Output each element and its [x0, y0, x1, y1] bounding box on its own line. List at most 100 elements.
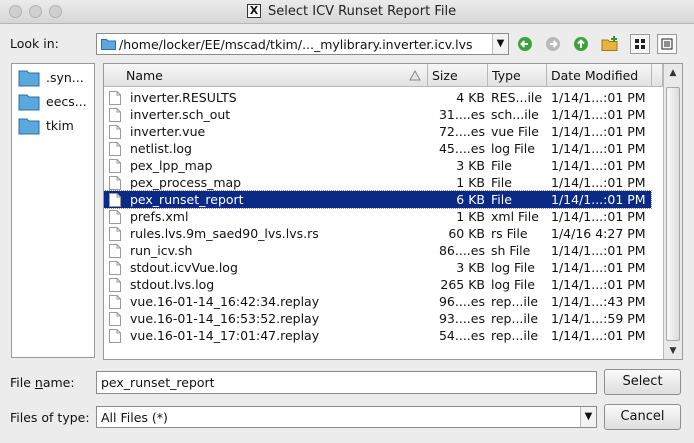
- column-header-label: Name: [126, 68, 163, 83]
- list-view-icon: [635, 39, 645, 49]
- file-type-cell: File: [491, 175, 512, 190]
- file-date-cell: 1/14/1...:01 PM: [551, 107, 646, 122]
- column-header-label: Type: [492, 68, 521, 83]
- title-bar: X Select ICV Runset Report File: [0, 0, 694, 24]
- file-name-cell: pex_runset_report: [130, 192, 244, 207]
- table-row[interactable]: vue.16-01-14_17:01:47.replay 54....es rep.…: [104, 327, 651, 344]
- file-size-cell: 3 KB: [456, 158, 485, 173]
- file-size-cell: 3 KB: [456, 260, 485, 275]
- select-button[interactable]: Select: [604, 369, 681, 395]
- file-name-cell: inverter.sch_out: [130, 107, 231, 122]
- file-name-label-part: File: [10, 375, 35, 390]
- file-type-cell: sh File: [491, 243, 531, 258]
- file-size-cell: 93....es: [438, 311, 485, 326]
- file-name-cell: vue.16-01-14_17:01:47.replay: [130, 328, 320, 343]
- files-of-type-combo[interactable]: All Files (*) ▼: [96, 406, 597, 428]
- table-row[interactable]: rules.lvs.9m_saed90_lvs.lvs.rs 60 KB rs Fi…: [104, 225, 651, 242]
- column-header-label: Size: [432, 68, 458, 83]
- folder-icon: [18, 93, 40, 114]
- new-folder-button[interactable]: [600, 34, 620, 54]
- folder-icon: [18, 69, 40, 90]
- file-size-cell: 72....es: [438, 124, 485, 139]
- file-date-cell: 1/14/1...:01 PM: [551, 260, 646, 275]
- table-row[interactable]: prefs.xml 1 KB xml File 1/14/1...:01 PM: [104, 208, 651, 225]
- file-name-label-accel: n: [34, 375, 43, 390]
- file-date-cell: 1/14/1...:01 PM: [551, 243, 646, 258]
- file-date-cell: 1/14/1...:43 PM: [551, 294, 646, 309]
- x11-app-icon: X: [247, 4, 261, 18]
- detail-view-button[interactable]: [657, 34, 677, 54]
- file-type-cell: log File: [491, 277, 535, 292]
- column-header-date-modified[interactable]: Date Modified: [547, 64, 652, 87]
- sidebar-item-eecs[interactable]: eecs...: [16, 90, 94, 114]
- file-list: Name Size Type Date Modified inverter.RE…: [103, 63, 683, 360]
- file-icon: [109, 329, 121, 347]
- table-row[interactable]: netlist.log 45....es log File 1/14/1...:01 …: [104, 140, 651, 157]
- look-in-combo[interactable]: /home/locker/EE/mscad/tkim/..._mylibrary…: [96, 33, 509, 55]
- detail-view-icon: [661, 38, 673, 50]
- file-name-cell: prefs.xml: [130, 209, 189, 224]
- file-date-cell: 1/14/1...:59 PM: [551, 311, 646, 326]
- zoom-window-button[interactable]: [49, 5, 62, 18]
- folder-icon: [101, 38, 116, 53]
- sidebar-item-label: .syn...: [46, 70, 84, 85]
- file-size-cell: 1 KB: [456, 175, 485, 190]
- table-row[interactable]: run_icv.sh 86....es sh File 1/14/1...:01 PM: [104, 242, 651, 259]
- table-row[interactable]: stdout.icvVue.log 3 KB log File 1/14/1...:0…: [104, 259, 651, 276]
- new-folder-icon: [601, 36, 618, 51]
- file-name-cell: netlist.log: [130, 141, 192, 156]
- table-row[interactable]: pex_process_map 1 KB File 1/14/1...:01 PM: [104, 174, 651, 191]
- file-name-cell: stdout.lvs.log: [130, 277, 215, 292]
- file-type-cell: log File: [491, 260, 535, 275]
- back-button[interactable]: [515, 34, 535, 54]
- file-size-cell: 86....es: [438, 243, 485, 258]
- sidebar-item-syn[interactable]: .syn...: [16, 66, 94, 90]
- file-date-cell: 1/14/1...:01 PM: [551, 90, 646, 105]
- list-view-button[interactable]: [630, 34, 650, 54]
- look-in-label: Look in:: [10, 36, 59, 51]
- table-row[interactable]: inverter.sch_out 31....es sch...ile 1/14/1.…: [104, 106, 651, 123]
- file-size-cell: 6 KB: [456, 192, 485, 207]
- scrollbar-thumb[interactable]: [666, 87, 680, 341]
- cancel-button[interactable]: Cancel: [604, 404, 681, 430]
- file-date-cell: 1/14/1...:01 PM: [551, 141, 646, 156]
- table-row[interactable]: pex_lpp_map 3 KB File 1/14/1...:01 PM: [104, 157, 651, 174]
- column-header-label: Date Modified: [551, 68, 639, 83]
- table-row[interactable]: pex_runset_report 6 KB File 1/14/1...:01 PM: [104, 190, 652, 209]
- column-header-name[interactable]: Name: [104, 64, 428, 87]
- table-row[interactable]: stdout.lvs.log 265 KB log File 1/14/1...:01…: [104, 276, 651, 293]
- file-name-input[interactable]: pex_runset_report: [96, 371, 597, 394]
- file-type-cell: rs File: [491, 226, 528, 241]
- file-size-cell: 1 KB: [456, 209, 485, 224]
- window-title: Select ICV Runset Report File: [268, 4, 457, 19]
- file-name-cell: vue.16-01-14_16:53:52.replay: [130, 311, 320, 326]
- file-name-label-part: ame:: [42, 375, 75, 390]
- table-row[interactable]: vue.16-01-14_16:42:34.replay 96....es rep.…: [104, 293, 651, 310]
- file-type-cell: xml File: [491, 209, 539, 224]
- files-of-type-value: All Files (*): [101, 410, 168, 425]
- file-date-cell: 1/14/1...:01 PM: [551, 209, 646, 224]
- table-row[interactable]: inverter.RESULTS 4 KB RES...ile 1/14/1...:0…: [104, 89, 651, 106]
- up-folder-button[interactable]: [571, 34, 591, 54]
- forward-button[interactable]: [543, 34, 563, 54]
- back-arrow-icon: [518, 37, 532, 51]
- scroll-up-icon[interactable]: ▲: [664, 65, 682, 81]
- column-header-size[interactable]: Size: [428, 64, 488, 87]
- column-header-type[interactable]: Type: [488, 64, 547, 87]
- minimize-window-button[interactable]: [29, 5, 42, 18]
- file-type-cell: File: [491, 192, 512, 207]
- sidebar-item-label: tkim: [46, 118, 74, 133]
- table-row[interactable]: inverter.vue 72....es vue File 1/14/1...:01…: [104, 123, 651, 140]
- sidebar-item-label: eecs...: [46, 94, 87, 109]
- sidebar-item-tkim[interactable]: tkim: [16, 114, 94, 138]
- vertical-scrollbar[interactable]: ▲ ▼: [663, 64, 682, 359]
- file-size-cell: 265 KB: [440, 277, 485, 292]
- scroll-down-icon[interactable]: ▼: [664, 343, 682, 359]
- close-window-button[interactable]: [9, 5, 22, 18]
- chevron-down-icon[interactable]: ▼: [492, 34, 508, 54]
- file-date-cell: 1/14/1...:01 PM: [551, 328, 646, 343]
- table-row[interactable]: vue.16-01-14_16:53:52.replay 93....es rep.…: [104, 310, 651, 327]
- file-name-cell: run_icv.sh: [130, 243, 193, 258]
- chevron-down-icon[interactable]: ▼: [580, 407, 596, 427]
- places-sidebar: .syn... eecs... tkim: [11, 63, 95, 358]
